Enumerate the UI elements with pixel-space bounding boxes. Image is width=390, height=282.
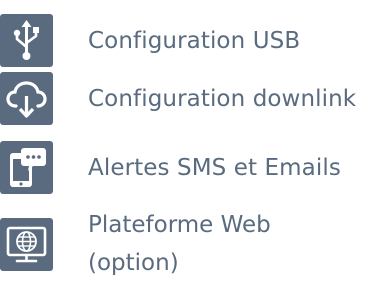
phone-sms-icon [0, 141, 53, 194]
feature-downlink: Configuration downlink [0, 72, 356, 125]
feature-sms-email: Alertes SMS et Emails [0, 141, 341, 194]
cloud-download-icon [0, 72, 53, 125]
feature-web-platform-label: Plateforme Web (option) [88, 206, 271, 282]
feature-web-platform: Plateforme Web (option) [0, 206, 271, 282]
feature-web-platform-label-line2: (option) [88, 250, 179, 276]
feature-usb-label: Configuration USB [88, 27, 301, 54]
feature-downlink-label: Configuration downlink [88, 85, 357, 112]
feature-usb: Configuration USB [0, 14, 300, 67]
web-monitor-globe-icon [0, 217, 53, 271]
feature-list: Configuration USB Configuration downlink [0, 0, 390, 282]
feature-web-platform-label-line1: Plateforme Web [88, 212, 271, 238]
usb-icon [0, 14, 53, 67]
feature-sms-email-label: Alertes SMS et Emails [88, 154, 341, 181]
